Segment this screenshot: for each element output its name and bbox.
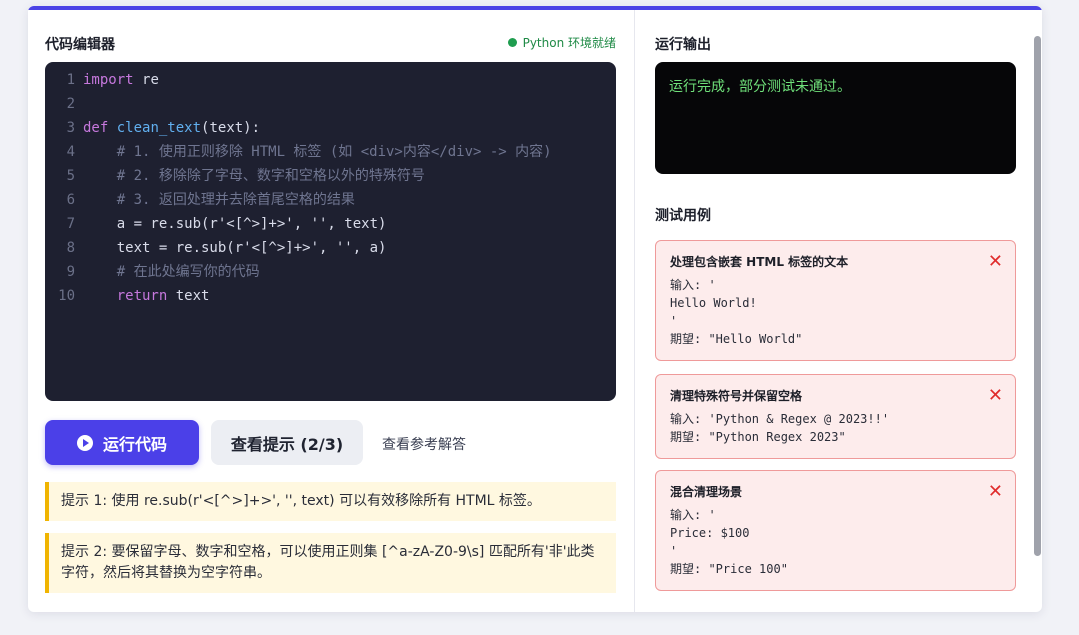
view-solution-link[interactable]: 查看参考解答: [382, 434, 466, 454]
main-card: 代码编辑器 Python 环境就绪 1 import re 2 3 def clean_…: [28, 6, 1042, 612]
run-code-label: 运行代码: [102, 436, 167, 454]
test-case-line: Price: $100: [670, 526, 750, 540]
fail-x-icon: ✕: [987, 385, 1003, 406]
test-case: 清理特殊符号并保留空格输入: 'Python & Regex @ 2023!!'…: [655, 374, 1016, 459]
code-line[interactable]: 4 # 1. 使用正则移除 HTML 标签 (如 <div>内容</div> -…: [45, 140, 616, 164]
hint-1: 提示 1: 使用 re.sub(r'<[^>]+>', '', text) 可以…: [45, 482, 616, 521]
test-case-line: 期望: "Price 100": [670, 562, 788, 576]
code-line[interactable]: 10 return text: [45, 284, 616, 308]
view-hint-label: 查看提示 (2/3): [230, 434, 344, 454]
run-code-button[interactable]: 运行代码: [45, 420, 199, 465]
line-number: 4: [66, 144, 75, 160]
panel-divider: [634, 10, 635, 612]
code-line[interactable]: 9 # 在此处编写你的代码: [45, 260, 616, 284]
env-status-label: Python 环境就绪: [522, 36, 616, 50]
test-case-line: ': [670, 314, 678, 328]
output-text: 运行完成，部分测试未通过。: [669, 79, 851, 95]
line-number: 3: [66, 120, 75, 136]
code-text: # 2. 移除除了字母、数字和空格以外的特殊符号: [116, 168, 425, 184]
code-line[interactable]: 8 text = re.sub(r'<[^>]+>', '', a): [45, 236, 616, 260]
output-title: 运行输出: [655, 37, 711, 53]
hint-2: 提示 2: 要保留字母、数字和空格，可以使用正则集 [^a-zA-Z0-9\s]…: [45, 533, 616, 593]
test-case-line: ': [670, 544, 678, 558]
env-status: Python 环境就绪: [507, 34, 616, 51]
status-dot-icon: [507, 38, 517, 47]
test-case-title: 混合清理场景: [670, 485, 743, 499]
test-case: 处理包含嵌套 HTML 标签的文本 输入: ' Hello World! ' 期望: "…: [655, 240, 1016, 361]
test-case-line: 输入: ': [670, 278, 716, 292]
code-text: # 在此处编写你的代码: [116, 264, 260, 280]
test-case-title: 处理包含嵌套 HTML 标签的文本: [670, 255, 849, 269]
fail-x-icon: ✕: [987, 481, 1003, 502]
code-line[interactable]: 2: [45, 92, 616, 116]
test-case-line: 输入: ': [670, 508, 716, 522]
line-number: 8: [66, 240, 75, 256]
line-number: 10: [58, 288, 75, 304]
editor-title: 代码编辑器: [45, 37, 115, 53]
code-line[interactable]: 6 # 3. 返回处理并去除首尾空格的结果: [45, 188, 616, 212]
code-text: # 1. 使用正则移除 HTML 标签 (如 <div>内容</div> -> …: [116, 144, 552, 160]
code-text: a = re.sub(r'<[^>]+>', '', text): [116, 216, 387, 232]
test-case-line: 期望: "Hello World": [670, 332, 803, 346]
test-case: 混合清理场景 输入: ' Price: $100 ' 期望: "Price 100" ✕: [655, 470, 1016, 591]
test-case-list: 处理包含嵌套 HTML 标签的文本 输入: ' Hello World! ' 期望: "…: [655, 234, 1016, 612]
output-console: 运行完成，部分测试未通过。: [655, 62, 1016, 174]
scrollbar[interactable]: [1034, 36, 1041, 556]
accent-bar: [28, 6, 1042, 10]
code-line[interactable]: 3 def clean_text(text):: [45, 116, 616, 140]
test-case-title: 清理特殊符号并保留空格: [670, 389, 803, 403]
test-case-line: 期望: "Python Regex 2023": [670, 430, 846, 444]
code-editor[interactable]: 1 import re 2 3 def clean_text(text): 4 # 1. …: [45, 62, 616, 401]
test-case-line: 输入: 'Python & Regex @ 2023!!': [670, 412, 890, 426]
tests-title: 测试用例: [655, 208, 711, 224]
code-text: import re: [83, 72, 159, 88]
code-text: def clean_text(text):: [83, 120, 261, 136]
line-number: 1: [66, 72, 75, 88]
view-hint-button[interactable]: 查看提示 (2/3): [211, 420, 363, 465]
code-text: return text: [116, 288, 210, 304]
code-text: text = re.sub(r'<[^>]+>', '', a): [116, 240, 387, 256]
line-number: 2: [66, 96, 75, 112]
line-number: 7: [66, 216, 75, 232]
play-icon: [76, 434, 93, 451]
code-line[interactable]: 7 a = re.sub(r'<[^>]+>', '', text): [45, 212, 616, 236]
fail-x-icon: ✕: [987, 251, 1003, 272]
line-number: 6: [66, 192, 75, 208]
line-number: 5: [66, 168, 75, 184]
code-text: # 3. 返回处理并去除首尾空格的结果: [116, 192, 355, 208]
code-line[interactable]: 5 # 2. 移除除了字母、数字和空格以外的特殊符号: [45, 164, 616, 188]
test-case-line: Hello World!: [670, 296, 757, 310]
line-number: 9: [66, 264, 75, 280]
code-line[interactable]: 1 import re: [45, 68, 616, 92]
